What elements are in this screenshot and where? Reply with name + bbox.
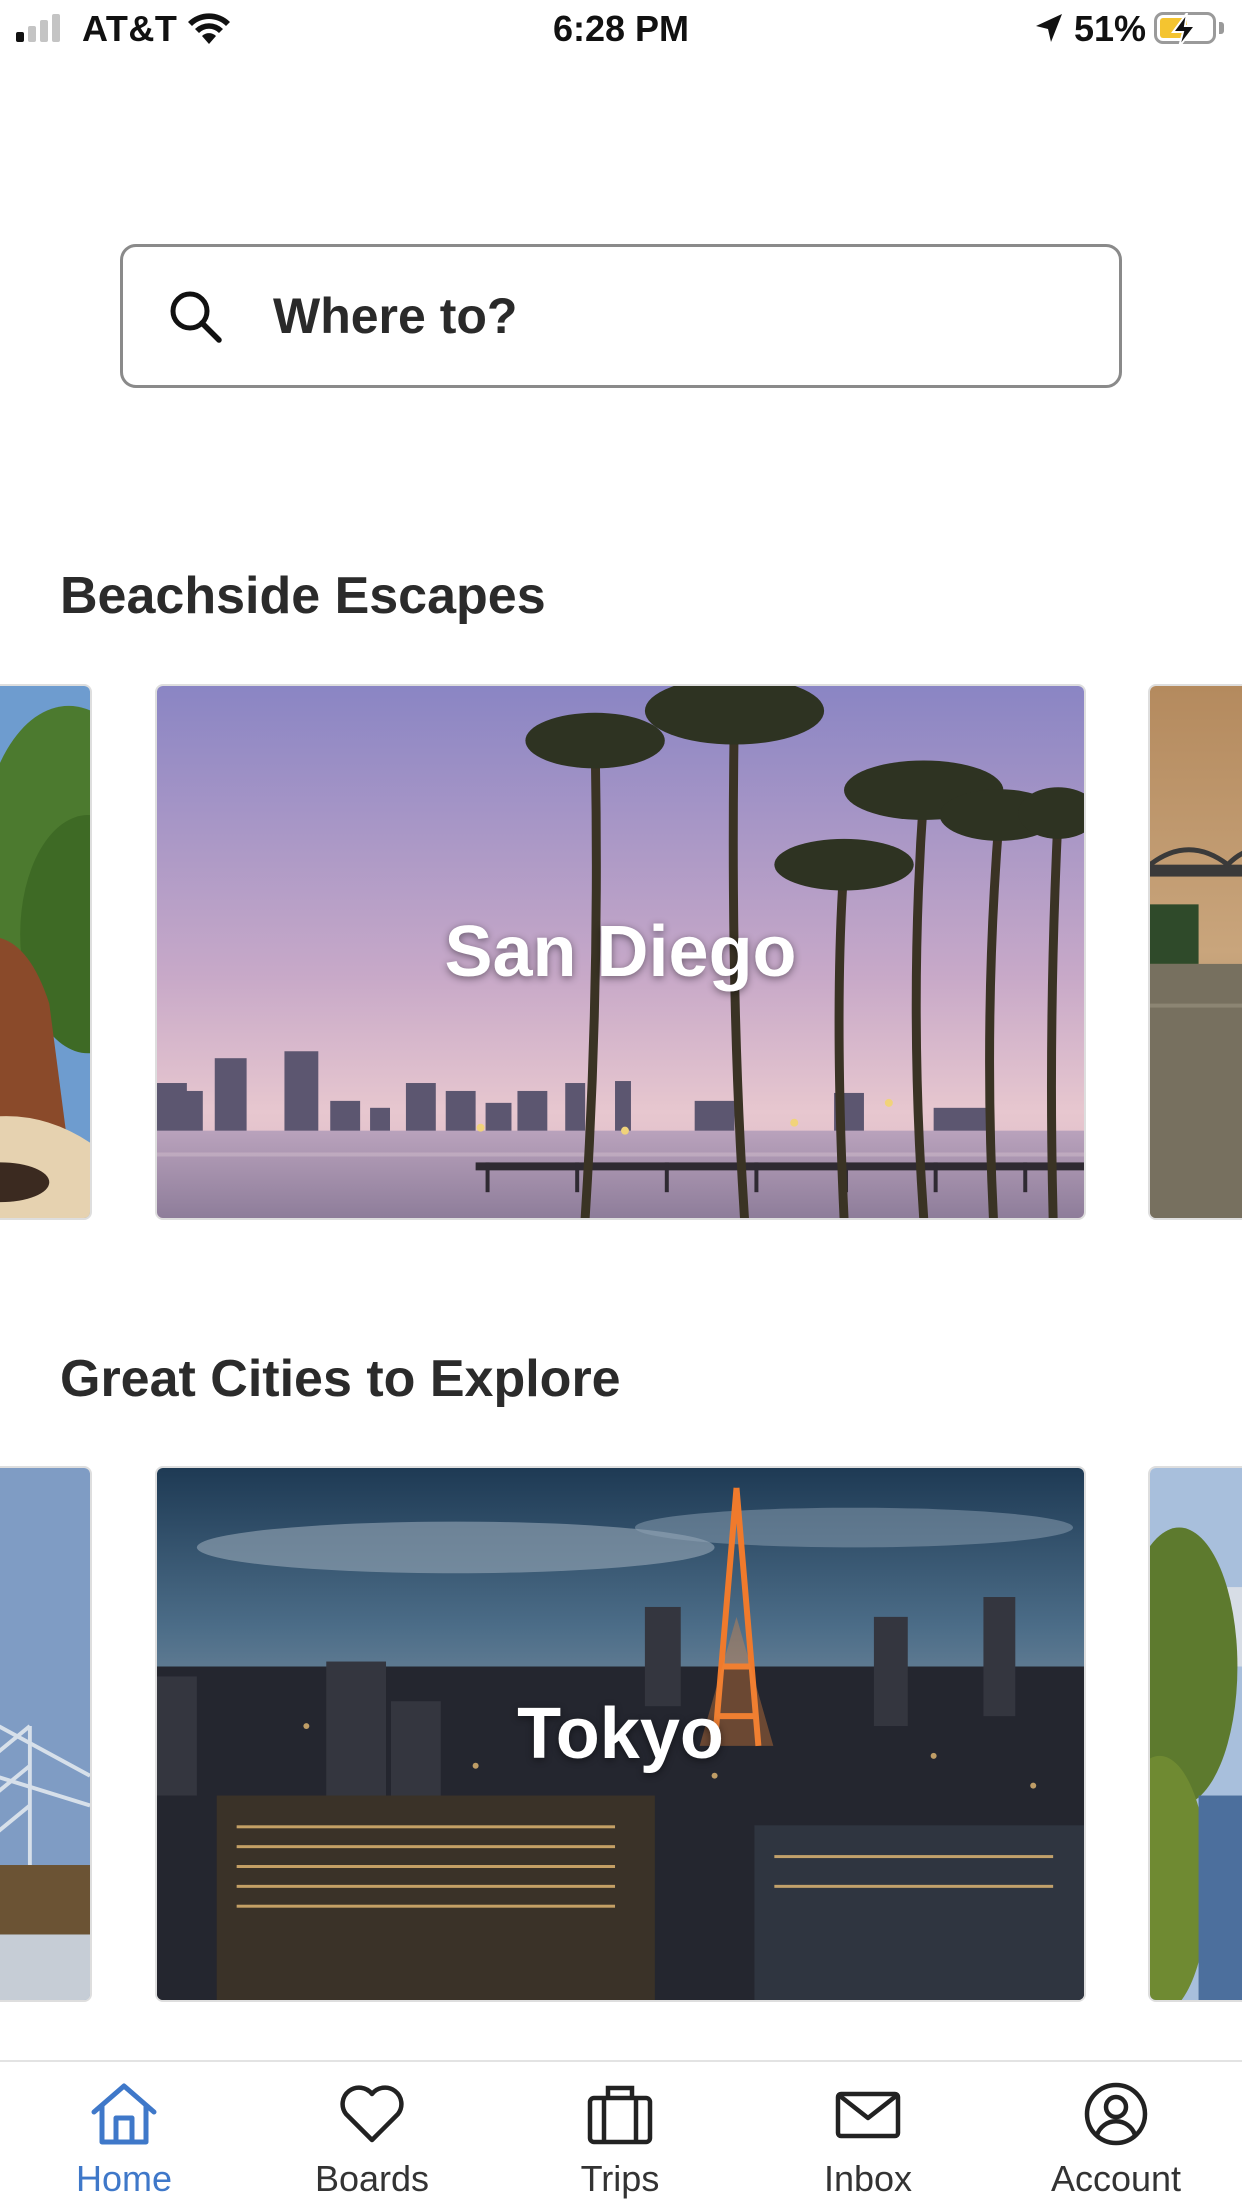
destination-label: Tokyo (517, 1694, 724, 1774)
carousel-beachside[interactable]: San Diego (0, 684, 1242, 1220)
battery-cap (1219, 22, 1224, 34)
location-arrow-icon (1036, 14, 1062, 42)
destination-card-next[interactable] (1148, 1466, 1242, 2002)
envelope-icon (835, 2091, 901, 2139)
tab-account[interactable]: Account (1016, 2080, 1216, 2200)
tab-trips[interactable]: Trips (520, 2080, 720, 2200)
battery-percentage: 51% (1074, 8, 1147, 49)
search-input[interactable]: Where to? (120, 244, 1122, 388)
status-bar: AT&T 6:28 PM 51% (0, 0, 1242, 60)
home-icon (91, 2083, 157, 2145)
tab-boards[interactable]: Boards (272, 2080, 472, 2200)
search-placeholder: Where to? (273, 288, 518, 344)
tab-home-label: Home (75, 2158, 173, 2199)
tab-account-label: Account (1050, 2158, 1182, 2199)
destination-card-next[interactable] (1148, 684, 1242, 1220)
section-title-beachside: Beachside Escapes (60, 567, 546, 625)
user-circle-icon (1084, 2082, 1148, 2146)
destination-card-previous[interactable] (0, 684, 92, 1220)
destination-card-tokyo[interactable]: Tokyo (155, 1466, 1086, 2002)
destination-card-previous[interactable] (0, 1466, 92, 2002)
section-title-great-cities: Great Cities to Explore (60, 1350, 621, 1408)
search-icon (170, 291, 222, 343)
heart-icon (340, 2085, 404, 2143)
battery-icon (1154, 12, 1216, 47)
tab-trips-label: Trips (580, 2158, 660, 2199)
tab-home[interactable]: Home (24, 2080, 224, 2200)
tab-bar: Home Boards Trips Inbox Account (0, 2060, 1242, 2208)
tab-inbox[interactable]: Inbox (768, 2080, 968, 2200)
carousel-great-cities[interactable]: Tokyo (0, 1466, 1242, 2002)
destination-label: San Diego (444, 912, 797, 992)
tab-boards-label: Boards (314, 2158, 430, 2199)
destination-card-san-diego[interactable]: San Diego (155, 684, 1086, 1220)
tab-inbox-label: Inbox (823, 2158, 913, 2199)
suitcase-icon (587, 2085, 653, 2145)
